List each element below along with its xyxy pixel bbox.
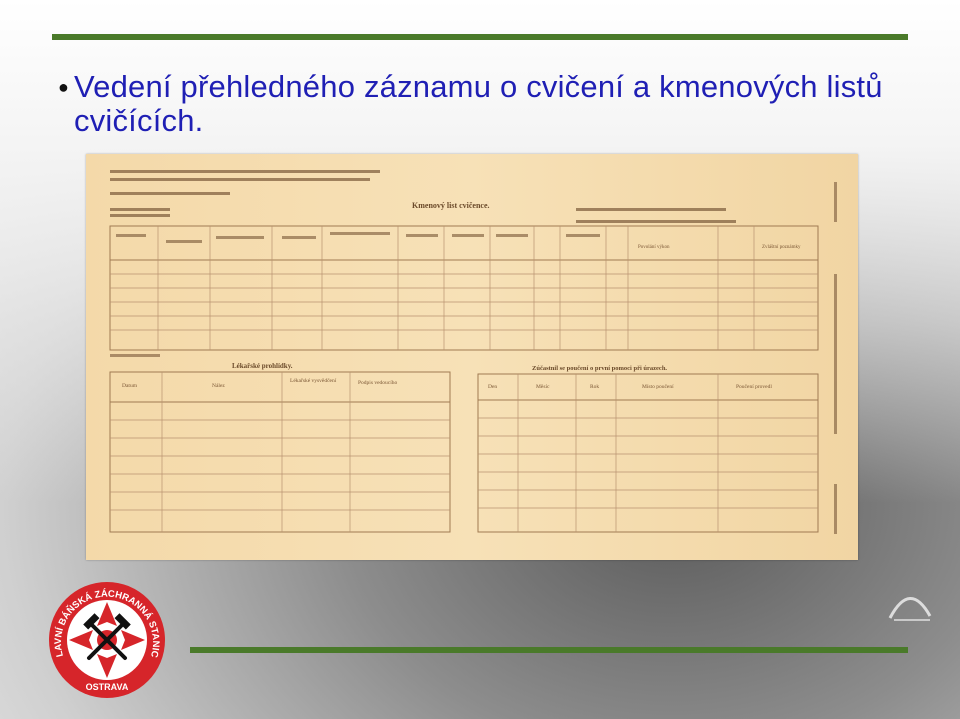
col-duty-label: Povolání výkon xyxy=(638,245,670,250)
section-medical-label: Lékařské prohlídky. xyxy=(232,362,293,370)
logo-city-text: OSTRAVA xyxy=(86,682,129,692)
col-month-label: Měsíc xyxy=(536,384,550,390)
form-title: Kmenový list cvičence. xyxy=(412,201,490,210)
col-doctor-label: Lékařské vysvědčení xyxy=(290,378,337,384)
col-year-label: Rok xyxy=(590,384,599,390)
top-divider-bar xyxy=(52,34,908,40)
col-signature-label: Podpis vedoucího xyxy=(358,380,398,386)
title-line-1: Vedení přehledného záznamu o cvičení a k… xyxy=(74,69,883,104)
rescue-station-logo: HLAVNÍ BÁŇSKÁ ZÁCHRANNÁ STANICE OSTRAVA xyxy=(40,570,171,698)
col-date-label: Datum xyxy=(122,383,138,389)
scanned-form-image: Kmenový list cvičence. Povolání výkon Zv… xyxy=(86,154,858,560)
decorative-wave-icon xyxy=(888,597,932,621)
col-instructor-label: Poučení provedl xyxy=(736,384,772,390)
slide-title: ● Vedení přehledného záznamu o cvičení a… xyxy=(58,70,938,138)
col-finding-label: Nález xyxy=(212,383,225,389)
bottom-divider-bar xyxy=(190,647,908,653)
col-day-label: Den xyxy=(488,384,497,390)
col-place-label: Místo poučení xyxy=(642,384,674,390)
title-line-2: cvičících. xyxy=(74,103,204,138)
col-special-label: Zvláštní poznámky xyxy=(762,245,801,250)
bullet-icon: ● xyxy=(58,77,70,97)
section-first-aid-label: Zúčastnil se poučení o první pomoci při … xyxy=(532,365,667,372)
